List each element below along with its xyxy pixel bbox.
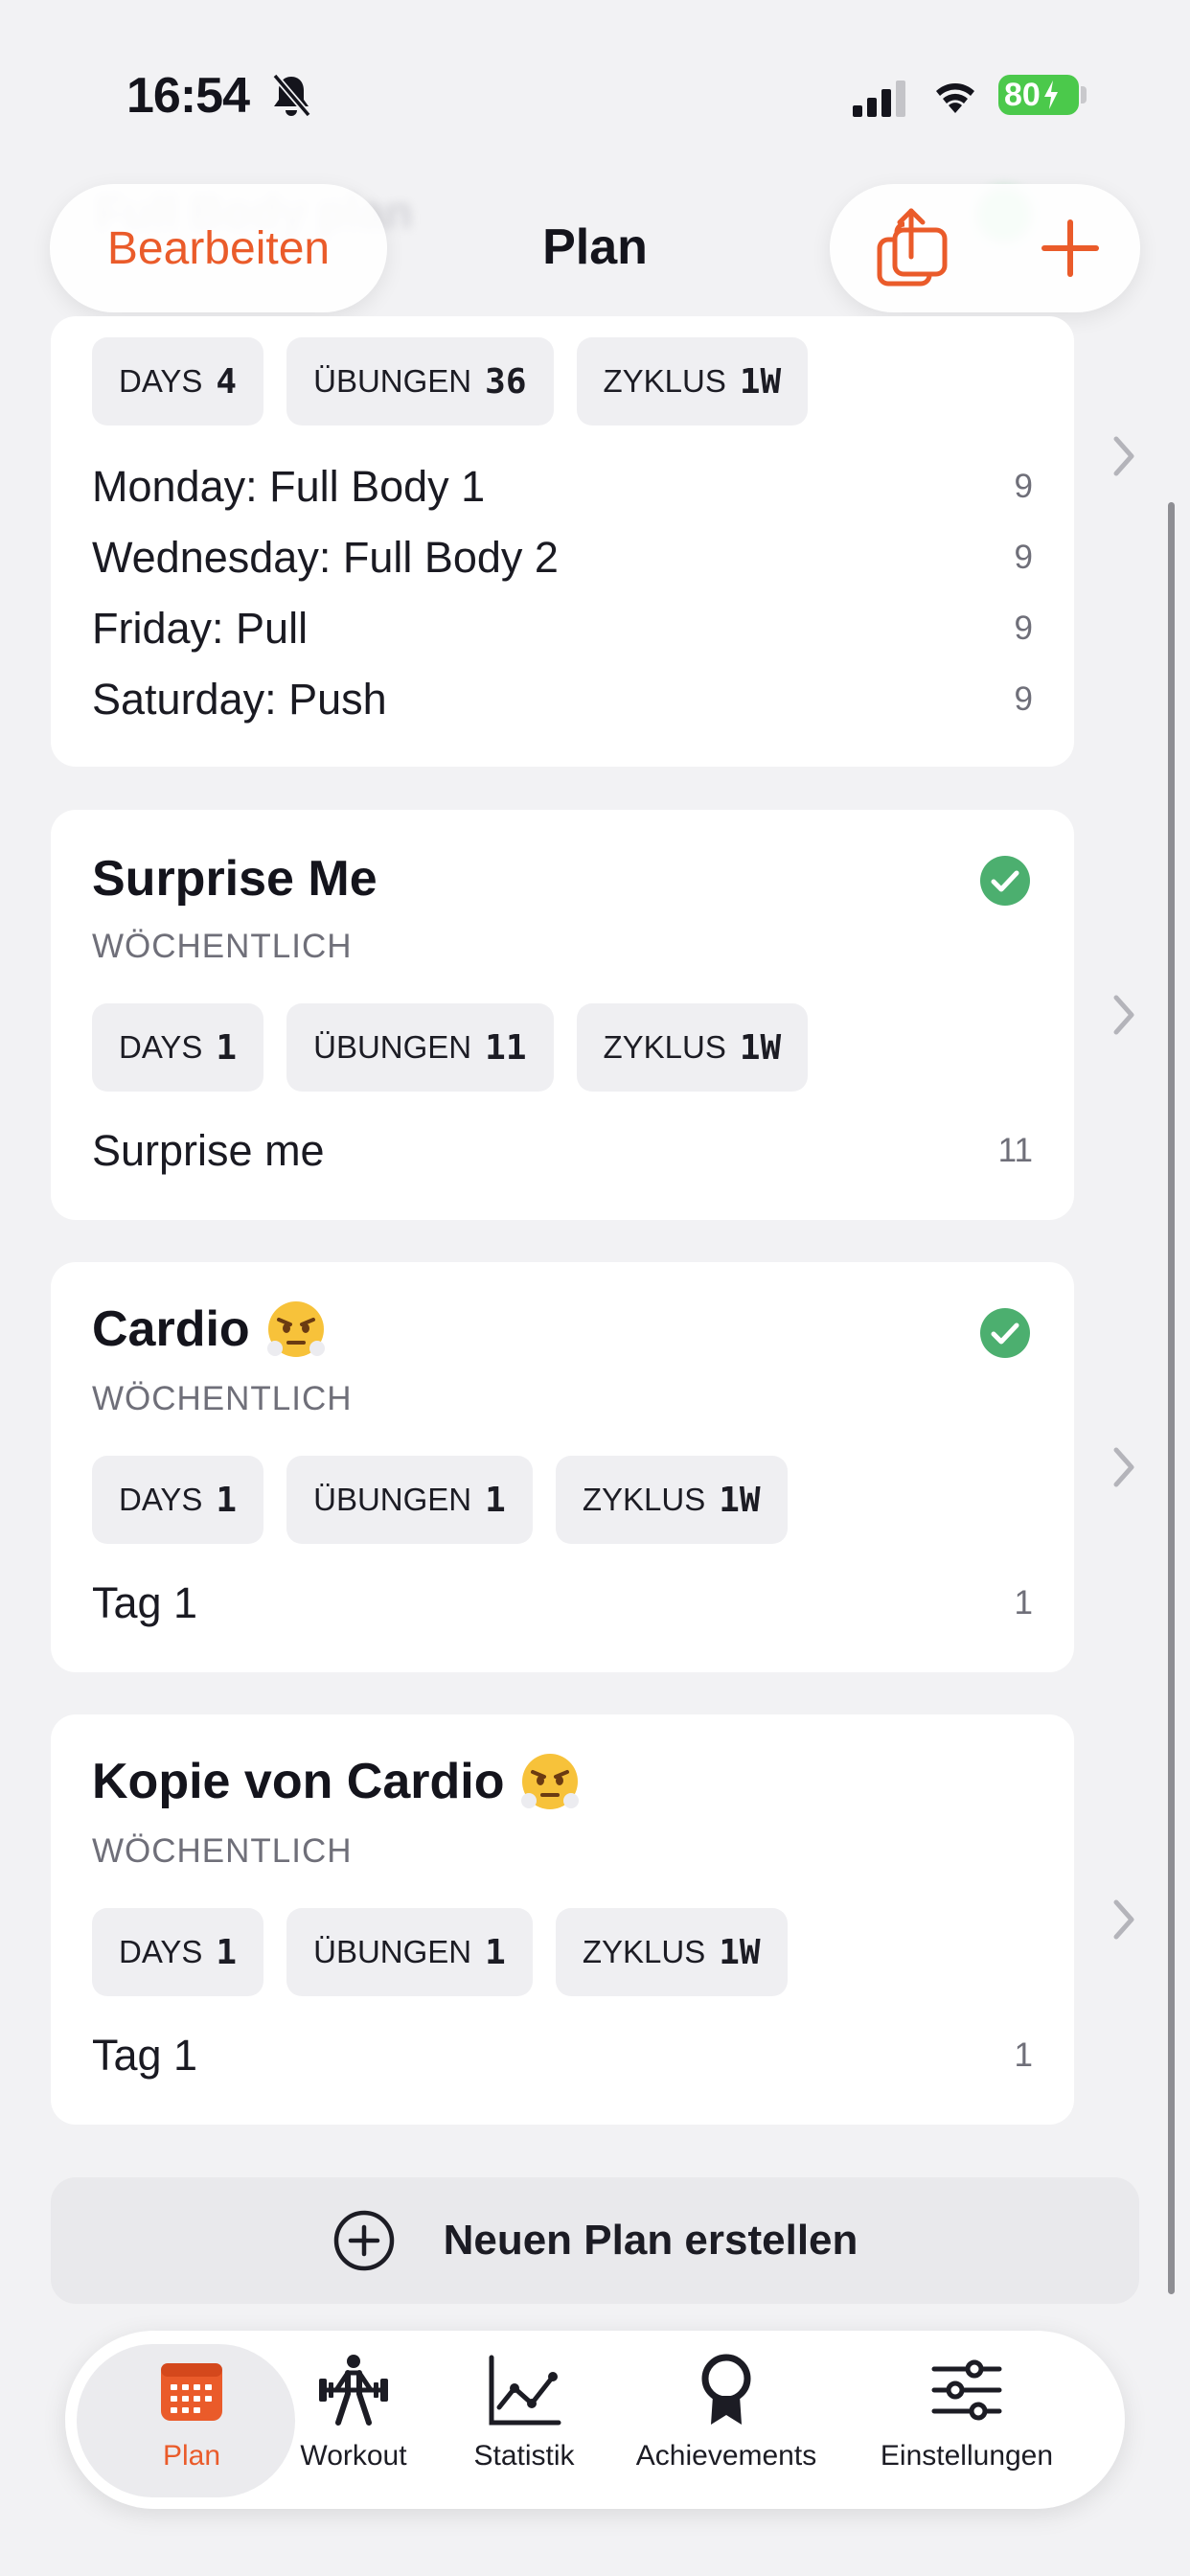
tab-achievements[interactable]: Achievements	[621, 2352, 832, 2496]
cycle-chip: ZYKLUS 1W	[555, 1908, 788, 1996]
checkmark-circle-icon	[980, 856, 1030, 906]
days-chip: DAYS 1	[92, 1003, 264, 1092]
day-row: Surprise me 11	[92, 1126, 1033, 1175]
plan-frequency: WÖCHENTLICH	[92, 1380, 353, 1417]
day-row: Wednesday: Full Body 29	[92, 533, 1033, 582]
plan-card[interactable]: Kopie von Cardio WÖCHENTLICH DAYS 1 ÜBUNG…	[51, 1714, 1074, 2125]
sliders-icon	[931, 2359, 1002, 2421]
status-bar: 16:54 80	[0, 0, 1190, 182]
exercises-chip: ÜBUNGEN 36	[286, 337, 554, 426]
plus-circle-icon	[333, 2210, 394, 2271]
days-chip: DAYS 1	[92, 1456, 264, 1544]
day-row: Friday: Pull 9	[92, 604, 1033, 653]
chevron-right-icon[interactable]	[1110, 1898, 1138, 1942]
tab-label: Achievements	[635, 2440, 817, 2472]
exercises-chip: ÜBUNGEN 1	[286, 1908, 533, 1996]
bell-slash-icon	[272, 73, 311, 118]
days-chip: DAYS 1	[92, 1908, 264, 1996]
plan-frequency: WÖCHENTLICH	[92, 928, 353, 965]
cycle-chip: ZYKLUS 1W	[555, 1456, 788, 1544]
exercises-chip: ÜBUNGEN 11	[286, 1003, 554, 1092]
plan-card[interactable]: Cardio WÖCHENTLICH DAYS 1 ÜBUNGEN 1 ZYKLUS…	[51, 1262, 1074, 1672]
checmark-circle-icon	[980, 1308, 1030, 1358]
face-with-steam-icon	[521, 1754, 580, 1809]
weightlifter-icon	[319, 2355, 388, 2426]
header-actions	[830, 184, 1140, 312]
plan-title: Kopie von Cardio	[92, 1751, 581, 1812]
tab-label: Workout	[300, 2440, 407, 2472]
battery-tip	[1081, 86, 1087, 104]
chevron-right-icon[interactable]	[1110, 1445, 1138, 1489]
tab-label: Einstellungen	[880, 2440, 1054, 2472]
plan-card[interactable]: DAYS 4 ÜBUNGEN 36 ZYKLUS 1W Monday: Full Bo…	[51, 316, 1074, 767]
day-row: Tag 11	[92, 1578, 1033, 1627]
tab-plan[interactable]: Plan	[125, 2352, 259, 2496]
days-chip: DAYS 4	[92, 337, 264, 426]
scrollbar[interactable]	[1168, 502, 1175, 2294]
tab-statistik[interactable]: Statistik	[452, 2352, 596, 2496]
tab-label: Statistik	[473, 2440, 575, 2472]
wifi-icon	[936, 83, 974, 113]
plan-card[interactable]: Surprise Me WÖCHENTLICH DAYS 1 ÜBUNGEN 11 …	[51, 810, 1074, 1220]
face-with-steam-icon	[266, 1301, 325, 1357]
day-row: Monday: Full Body 19	[92, 462, 1033, 511]
tab-workout[interactable]: Workout	[282, 2352, 425, 2496]
plan-title: Cardio	[92, 1299, 327, 1360]
day-row: Saturday: Push 9	[92, 675, 1033, 724]
status-time: 16:54	[126, 68, 250, 124]
exercises-chip: ÜBUNGEN 1	[286, 1456, 533, 1544]
share-icon[interactable]	[868, 205, 954, 291]
plan-title: Surprise Me	[92, 851, 378, 907]
new-plan-label: Neuen Plan erstellen	[443, 2217, 858, 2264]
tab-label: Plan	[162, 2440, 221, 2472]
calendar-icon	[161, 2363, 222, 2421]
signal-icon	[853, 80, 905, 117]
day-row: Tag 11	[92, 2031, 1033, 2080]
cycle-chip: ZYKLUS 1W	[576, 1003, 809, 1092]
tab-bar: Plan Workout Statistik Achievements Eins…	[65, 2331, 1125, 2509]
award-icon	[701, 2354, 751, 2425]
new-plan-button[interactable]: Neuen Plan erstellen	[51, 2177, 1139, 2304]
plan-frequency: WÖCHENTLICH	[92, 1832, 353, 1870]
battery-level: 80	[1004, 76, 1041, 113]
chevron-right-icon[interactable]	[1110, 434, 1138, 478]
tab-einstellungen[interactable]: Einstellungen	[866, 2352, 1067, 2496]
chart-icon	[489, 2355, 561, 2426]
plus-icon[interactable]	[1039, 217, 1102, 280]
cycle-chip: ZYKLUS 1W	[576, 337, 809, 426]
battery-charging-icon: 80	[998, 75, 1079, 115]
chevron-right-icon[interactable]	[1110, 993, 1138, 1037]
